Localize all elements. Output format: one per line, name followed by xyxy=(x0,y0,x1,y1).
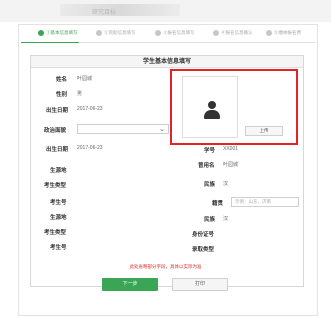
gender-label: 性别 xyxy=(56,92,68,98)
blurred-header xyxy=(60,4,180,16)
birth-date-label: 出生日期 xyxy=(46,108,69,114)
step-4[interactable]: ④报名信息确认 xyxy=(213,30,253,36)
name-label: 姓名 xyxy=(56,77,68,83)
source-place-label: 生源地 xyxy=(50,168,67,174)
political-status-label: 政治面貌 xyxy=(44,128,67,134)
print-button[interactable]: 打印 xyxy=(172,278,228,291)
ethnicity-label-2: 民族 xyxy=(204,217,216,223)
steps-track-progress xyxy=(21,42,79,43)
step-dot xyxy=(155,30,161,36)
birth-date-value: 2017-06-23 xyxy=(77,106,103,112)
exam-type-label: 考生类型 xyxy=(44,183,67,189)
student-number-label: 学号 xyxy=(204,148,216,154)
political-status-select[interactable]: ⌄ xyxy=(77,124,169,134)
footer-note: 此处省略部分字段，具体以实际为准 xyxy=(129,264,202,269)
gender-value: 男 xyxy=(77,91,83,97)
ethnicity-label: 民族 xyxy=(204,182,216,188)
ethnicity-value: 汉 xyxy=(223,181,229,187)
step-1[interactable]: ①基本信息填写 xyxy=(38,30,78,36)
step-dot xyxy=(266,30,272,36)
admission-type-label: 录取类型 xyxy=(192,247,215,253)
progress-steps: ①基本信息填写 ②资助信息填写 ③报名信息填写 ④报名信息确认 ⑤缴纳报名费 xyxy=(18,30,318,44)
step-dot xyxy=(96,30,102,36)
exam-type-label-2: 考生类型 xyxy=(44,230,67,236)
id-number-label: 身份证号 xyxy=(192,232,215,238)
name-value: 叶园城 xyxy=(77,76,93,82)
step-3[interactable]: ③报名信息填写 xyxy=(155,30,195,36)
step-dot xyxy=(38,30,44,36)
chevron-down-icon: ⌄ xyxy=(159,126,165,133)
step-dot xyxy=(213,30,219,36)
native-place-label: 籍贯 xyxy=(212,201,224,207)
blurred-header-text: 研究目标 xyxy=(92,10,117,16)
student-number-value: XX001 xyxy=(223,146,239,152)
top-bar: 研究目标 xyxy=(0,0,331,22)
form-title: 学生基本信息填写 xyxy=(31,56,303,68)
birth-date-label-2: 出生日期 xyxy=(46,147,69,153)
step-5[interactable]: ⑤缴纳报名费 xyxy=(266,30,301,36)
native-place-input[interactable]: 示例：山东，济南 xyxy=(231,197,299,207)
birth-date-value-2: 2017-06-23 xyxy=(77,145,103,151)
next-button[interactable]: 下一步 xyxy=(102,278,158,291)
former-name-label: 曾用名 xyxy=(198,163,215,169)
exam-number-label-2: 考生号 xyxy=(50,245,67,251)
step-2[interactable]: ②资助信息填写 xyxy=(96,30,136,36)
source-place-label-2: 生源地 xyxy=(50,215,67,221)
step-label: ①基本信息填写 xyxy=(46,30,78,35)
former-name-value: 叶园城 xyxy=(223,162,239,168)
step-label: ③报名信息填写 xyxy=(163,30,195,35)
step-label: ②资助信息填写 xyxy=(104,30,136,35)
exam-number-label: 考生号 xyxy=(50,200,67,206)
ethnicity-value-2: 汉 xyxy=(223,216,229,222)
step-label: ⑤缴纳报名费 xyxy=(274,30,301,35)
highlight-box xyxy=(170,69,298,145)
step-label: ④报名信息确认 xyxy=(221,30,253,35)
